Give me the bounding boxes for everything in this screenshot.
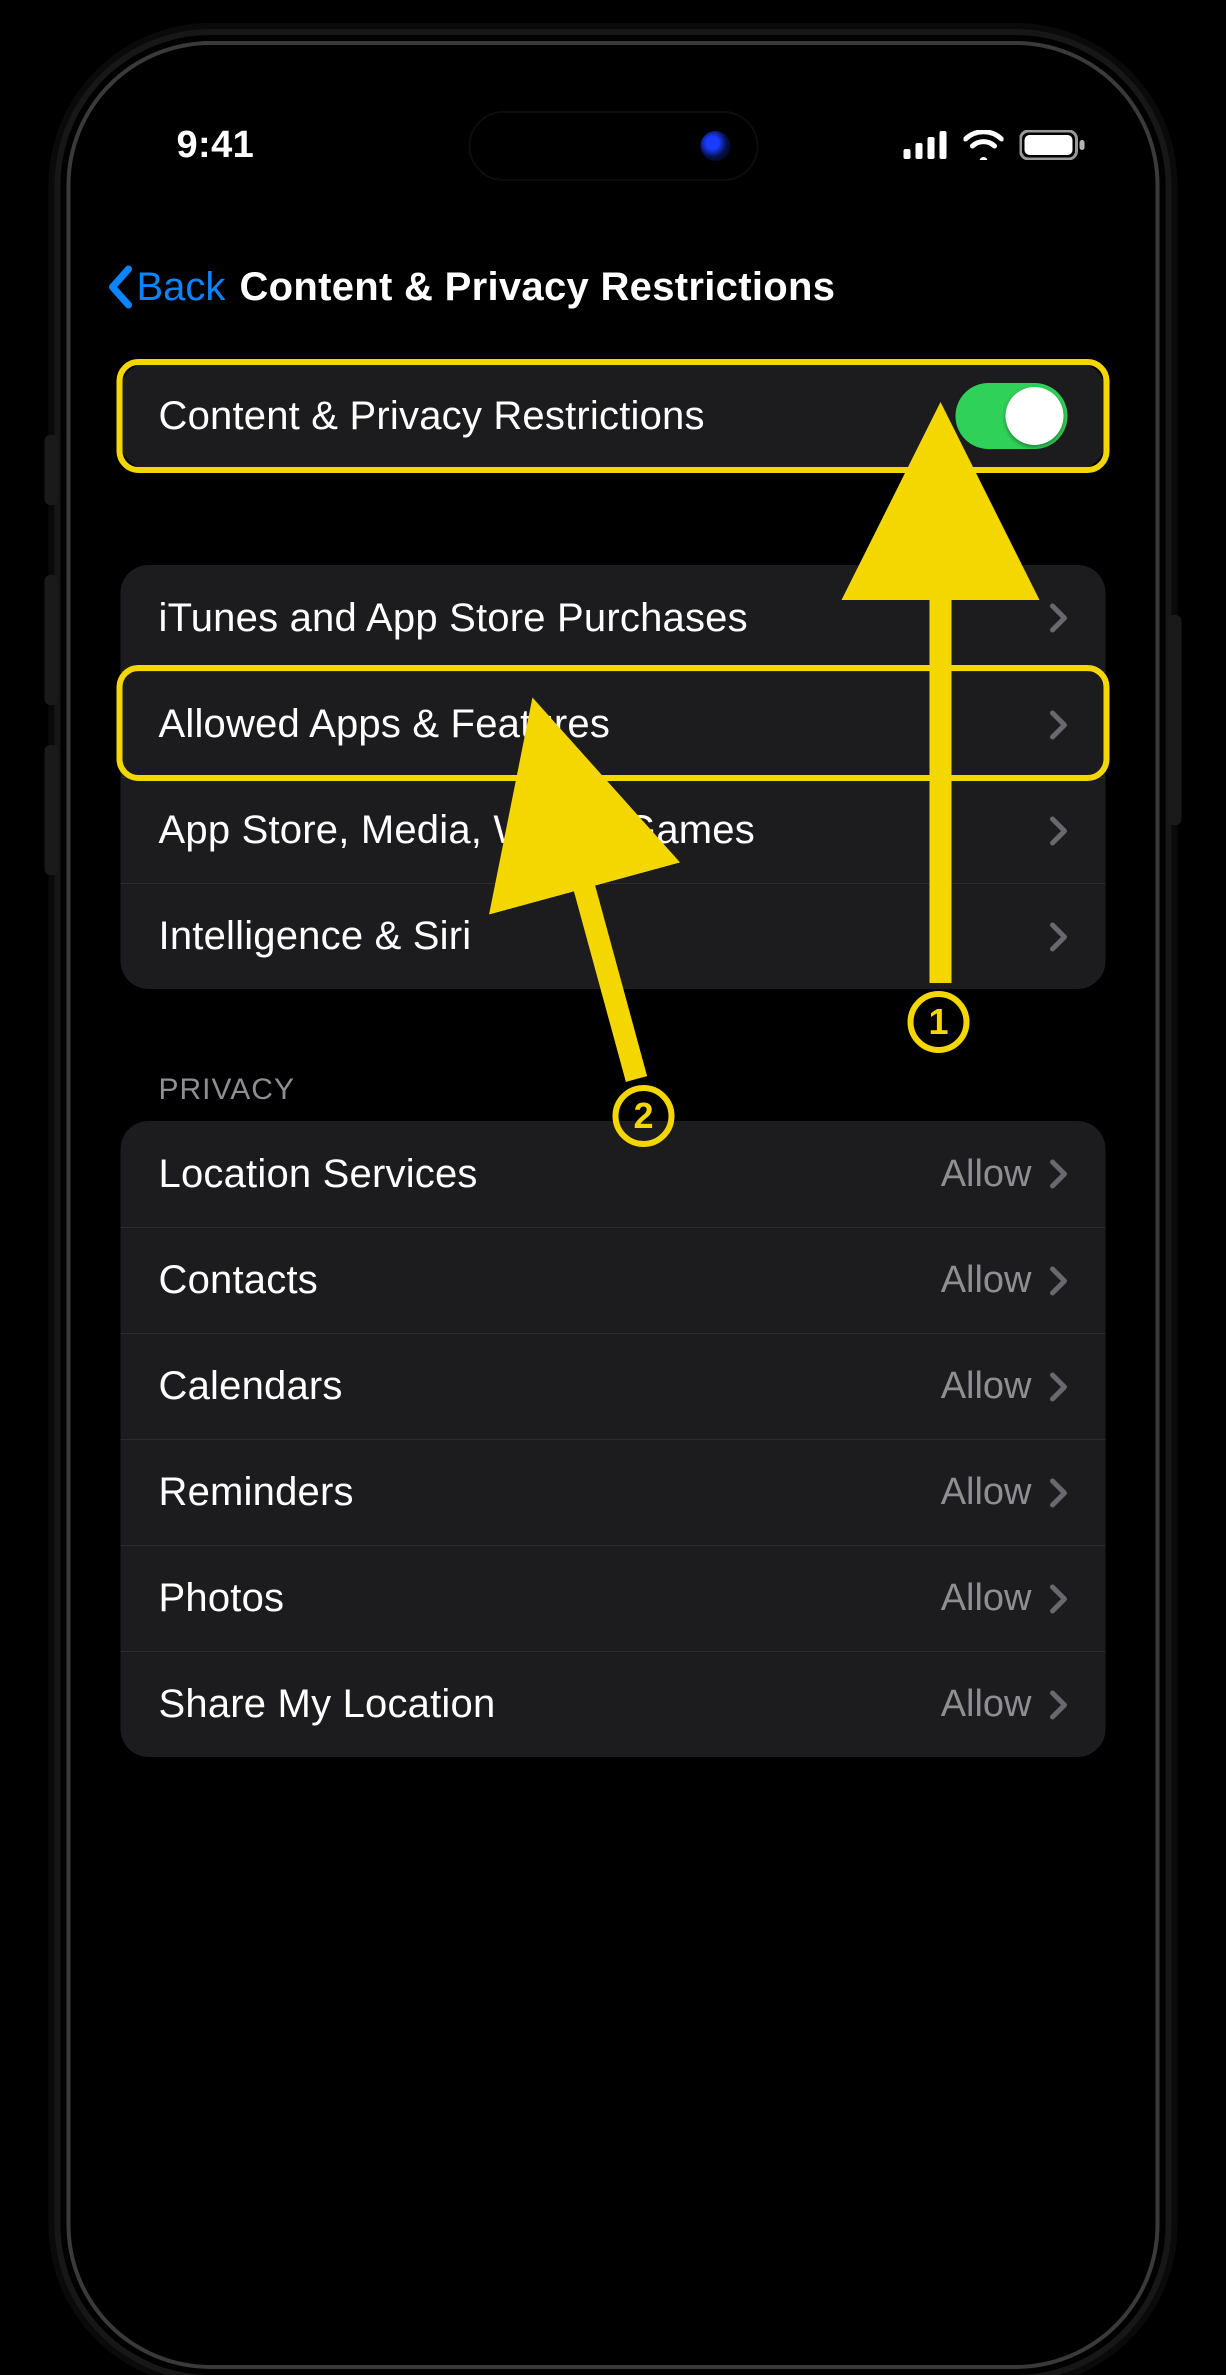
- row-reminders[interactable]: Reminders Allow: [121, 1439, 1106, 1545]
- back-label: Back: [137, 265, 226, 310]
- page-title: Content & Privacy Restrictions: [239, 265, 835, 310]
- image-stage: 9:41: [0, 0, 1226, 2003]
- restrictions-group: iTunes and App Store Purchases Allowed A…: [121, 565, 1106, 989]
- cellular-signal-icon: [904, 131, 948, 159]
- row-value: Allow: [941, 1153, 1032, 1196]
- row-label: Share My Location: [159, 1682, 941, 1727]
- screen: 9:41: [89, 63, 1138, 2347]
- row-value: Allow: [941, 1471, 1032, 1514]
- mute-switch: [45, 435, 59, 505]
- row-location-services[interactable]: Location Services Allow: [121, 1121, 1106, 1227]
- battery-icon: [1020, 130, 1086, 160]
- chevron-right-icon: [1050, 1690, 1068, 1720]
- row-itunes-purchases[interactable]: iTunes and App Store Purchases: [121, 565, 1106, 671]
- row-label: Content & Privacy Restrictions: [159, 394, 956, 439]
- chevron-right-icon: [1050, 1372, 1068, 1402]
- row-label: Calendars: [159, 1364, 941, 1409]
- nav-header: Back Content & Privacy Restrictions: [89, 247, 1138, 327]
- row-label: Contacts: [159, 1258, 941, 1303]
- row-value: Allow: [941, 1259, 1032, 1302]
- back-button[interactable]: Back: [107, 265, 226, 310]
- row-label: Reminders: [159, 1470, 941, 1515]
- side-button: [1168, 615, 1182, 825]
- chevron-right-icon: [1050, 1584, 1068, 1614]
- row-label: Photos: [159, 1576, 941, 1621]
- chevron-right-icon: [1050, 1478, 1068, 1508]
- row-intelligence-siri[interactable]: Intelligence & Siri: [121, 883, 1106, 989]
- row-calendars[interactable]: Calendars Allow: [121, 1333, 1106, 1439]
- row-photos[interactable]: Photos Allow: [121, 1545, 1106, 1651]
- wifi-icon: [964, 130, 1004, 160]
- row-value: Allow: [941, 1365, 1032, 1408]
- status-bar: 9:41: [89, 63, 1138, 193]
- row-allowed-apps[interactable]: Allowed Apps & Features: [121, 671, 1106, 777]
- row-value: Allow: [941, 1577, 1032, 1620]
- row-label: Intelligence & Siri: [159, 914, 1050, 959]
- volume-up-button: [45, 575, 59, 705]
- status-time: 9:41: [177, 124, 255, 167]
- row-label: iTunes and App Store Purchases: [159, 596, 1050, 641]
- privacy-group: Location Services Allow Contacts Allow: [121, 1121, 1106, 1757]
- chevron-right-icon: [1050, 710, 1068, 740]
- volume-down-button: [45, 745, 59, 875]
- row-contacts[interactable]: Contacts Allow: [121, 1227, 1106, 1333]
- toggle-knob: [1006, 387, 1064, 445]
- chevron-left-icon: [107, 265, 135, 309]
- content-privacy-toggle-row[interactable]: Content & Privacy Restrictions: [121, 363, 1106, 469]
- chevron-right-icon: [1050, 816, 1068, 846]
- row-value: Allow: [941, 1683, 1032, 1726]
- chevron-right-icon: [1050, 603, 1068, 633]
- chevron-right-icon: [1050, 1266, 1068, 1296]
- row-label: App Store, Media, Web & Games: [159, 808, 1050, 853]
- content-privacy-toggle[interactable]: [956, 383, 1068, 449]
- chevron-right-icon: [1050, 1159, 1068, 1189]
- section-header-privacy: PRIVACY: [121, 1073, 1106, 1121]
- row-label: Allowed Apps & Features: [159, 702, 1050, 747]
- content-area[interactable]: Content & Privacy Restrictions iTunes an…: [89, 363, 1138, 1757]
- row-label: Location Services: [159, 1152, 941, 1197]
- iphone-frame: 9:41: [61, 35, 1166, 2375]
- chevron-right-icon: [1050, 922, 1068, 952]
- row-share-my-location[interactable]: Share My Location Allow: [121, 1651, 1106, 1757]
- row-app-store-media[interactable]: App Store, Media, Web & Games: [121, 777, 1106, 883]
- master-toggle-group: Content & Privacy Restrictions: [121, 363, 1106, 469]
